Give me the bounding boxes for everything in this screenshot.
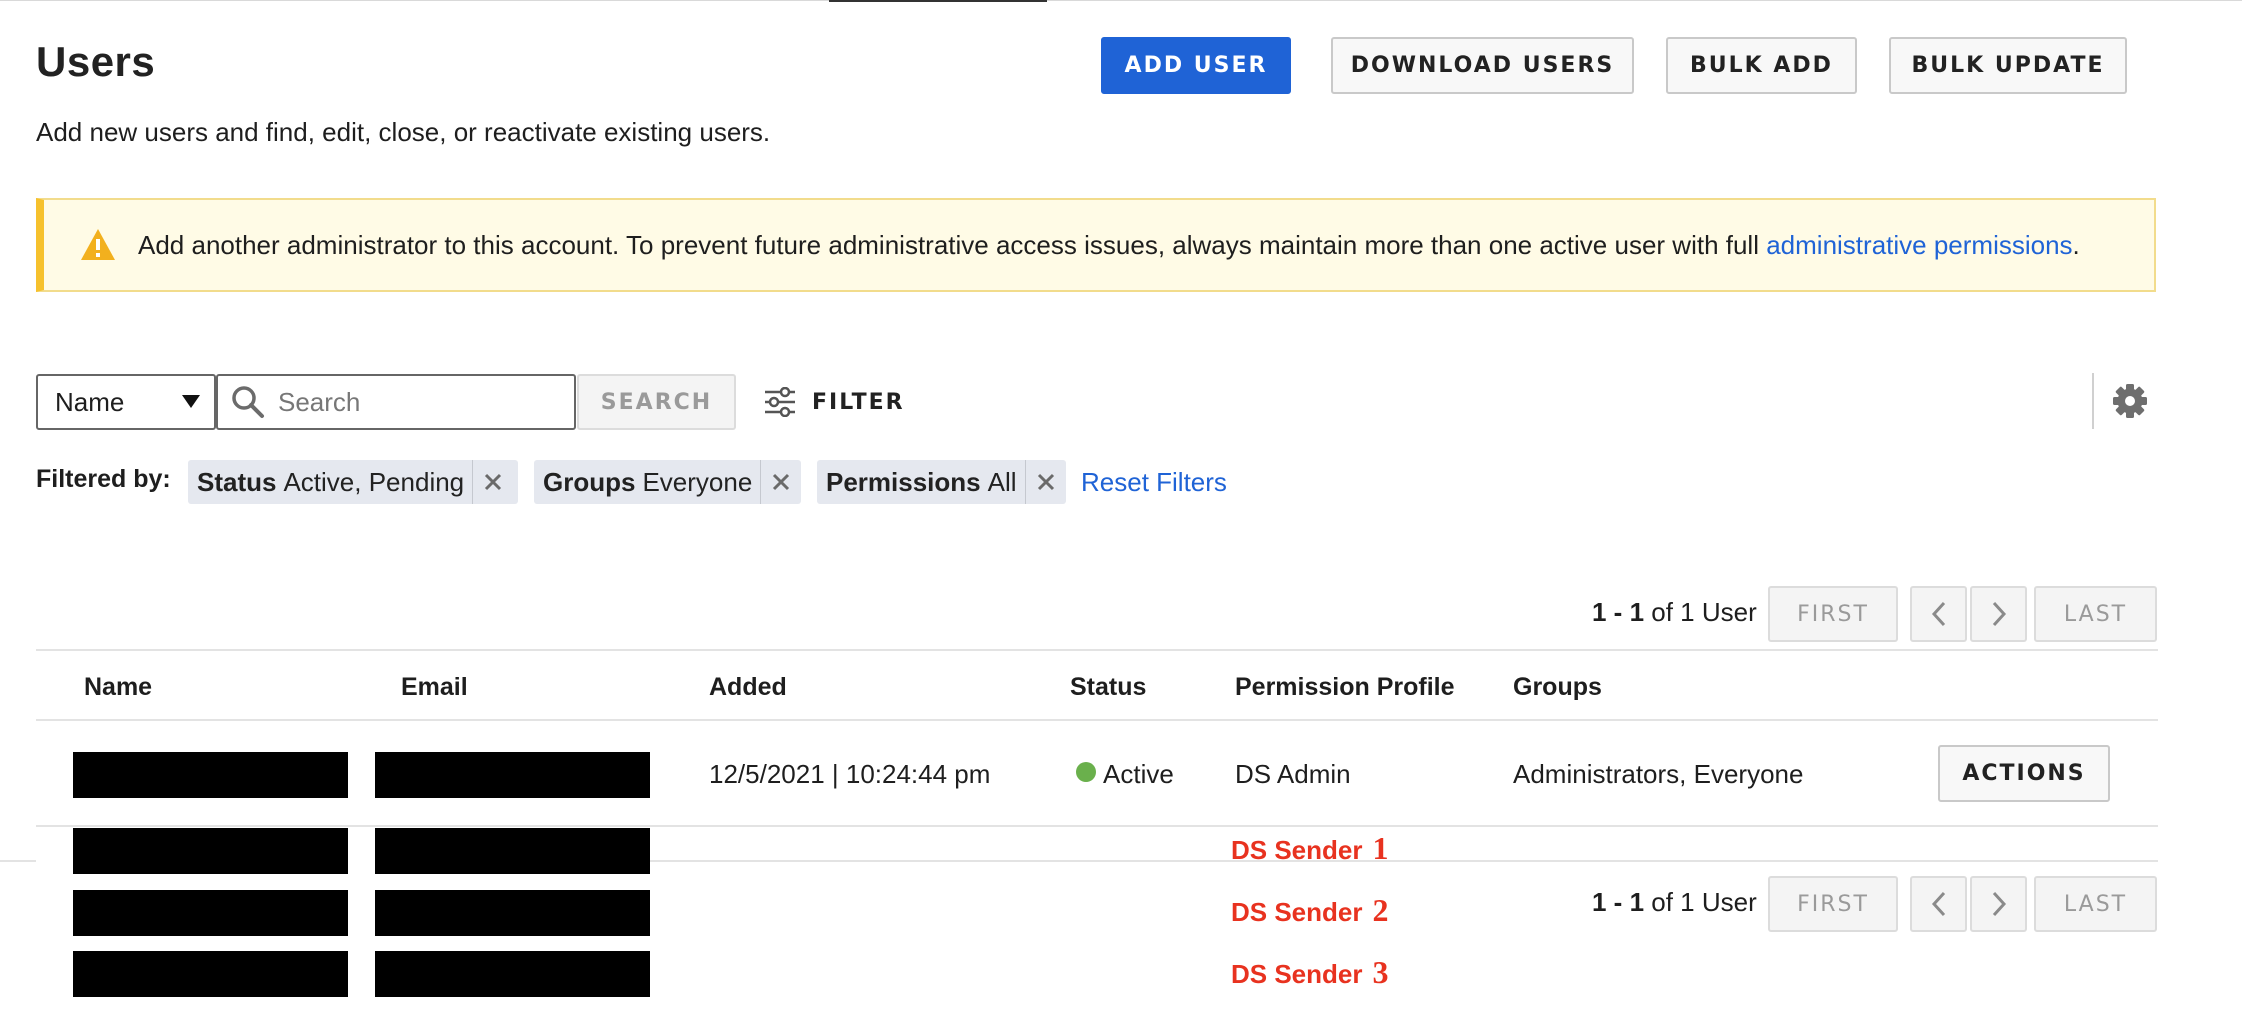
redacted-name [73, 951, 348, 997]
filter-label: FILTER [812, 389, 905, 415]
remove-filter-permissions-icon[interactable] [1024, 460, 1066, 504]
last-page-button-bottom[interactable]: LAST [2034, 876, 2157, 932]
toolbar-divider [2092, 373, 2094, 429]
added-date: 12/5/2021 | 10:24:44 pm [709, 759, 991, 789]
filter-sliders-icon [765, 387, 795, 417]
chevron-right-icon [1992, 891, 2006, 917]
search-box [216, 374, 576, 430]
page-subtitle: Add new users and find, edit, close, or … [36, 117, 771, 147]
filter-button[interactable]: FILTER [764, 382, 905, 422]
page-title: Users [36, 38, 156, 85]
chip-key: Groups [543, 466, 636, 497]
search-button[interactable]: SEARCH [577, 374, 736, 430]
filter-chip-status: Status Active, Pending [188, 460, 518, 504]
chip-value: All [987, 466, 1017, 497]
reset-filters-link[interactable]: Reset Filters [1081, 467, 1227, 498]
filtered-by-label: Filtered by: [36, 465, 171, 493]
first-page-button[interactable]: FIRST [1768, 586, 1898, 642]
status-text: Active [1103, 759, 1174, 789]
first-page-button-bottom[interactable]: FIRST [1768, 876, 1898, 932]
column-header-email[interactable]: Email [401, 673, 468, 702]
alert-text: Add another administrator to this accoun… [138, 229, 2080, 260]
bulk-add-button[interactable]: BULK ADD [1666, 37, 1857, 94]
chip-key: Permissions [826, 466, 981, 497]
search-icon [232, 386, 264, 418]
row-border-stub [0, 860, 36, 862]
column-header-permission-profile[interactable]: Permission Profile [1235, 673, 1455, 702]
pagination-summary-bottom: 1 - 1 of 1 User [1592, 887, 1757, 917]
administrative-permissions-link[interactable]: administrative permissions [1766, 230, 2072, 260]
groups: Administrators, Everyone [1513, 759, 1804, 789]
remove-filter-groups-icon[interactable] [760, 460, 801, 504]
chevron-left-icon [1931, 891, 1945, 917]
search-field-select[interactable]: Name [36, 374, 216, 430]
remove-filter-status-icon[interactable] [472, 460, 513, 504]
top-border [0, 0, 2242, 1]
column-header-added[interactable]: Added [709, 673, 787, 702]
redacted-name [73, 828, 348, 874]
download-users-button[interactable]: DOWNLOAD USERS [1331, 37, 1634, 94]
admin-warning-alert: Add another administrator to this accoun… [36, 198, 2156, 292]
redacted-email [375, 951, 650, 997]
column-header-groups[interactable]: Groups [1513, 673, 1602, 702]
add-user-button[interactable]: ADD USER [1101, 37, 1291, 94]
chevron-left-icon [1931, 601, 1945, 627]
active-tab-indicator [829, 0, 1047, 2]
table-header-border [36, 719, 2158, 721]
chevron-right-icon [1992, 601, 2006, 627]
search-field-value: Name [55, 386, 125, 417]
table-top-border [36, 649, 2158, 651]
prev-page-button-bottom[interactable] [1910, 876, 1967, 932]
annotation-ds-sender-2: DS Sender 2 [1231, 892, 1389, 928]
chip-key: Status [197, 466, 277, 497]
annotation-ds-sender-1: DS Sender 1 [1231, 830, 1389, 866]
caret-down-icon [182, 395, 200, 408]
gear-icon[interactable] [2111, 382, 2149, 420]
redacted-email [375, 890, 650, 936]
active-status-dot [1076, 762, 1096, 782]
prev-page-button[interactable] [1910, 586, 1967, 642]
annotation-ds-sender-3: DS Sender 3 [1231, 954, 1389, 990]
search-input[interactable] [276, 385, 550, 419]
last-page-button[interactable]: LAST [2034, 586, 2157, 642]
column-header-name[interactable]: Name [84, 673, 152, 702]
warning-icon [81, 229, 115, 260]
chip-value: Active, Pending [283, 466, 465, 497]
row-border [650, 860, 2158, 862]
filter-chip-groups: Groups Everyone [534, 460, 801, 504]
column-header-status[interactable]: Status [1070, 673, 1146, 702]
pagination-summary: 1 - 1 of 1 User [1592, 597, 1757, 627]
bulk-update-button[interactable]: BULK UPDATE [1889, 37, 2127, 94]
redacted-name [73, 752, 348, 798]
actions-button[interactable]: ACTIONS [1938, 745, 2110, 802]
chip-value: Everyone [642, 466, 753, 497]
row-border [36, 825, 2158, 827]
redacted-name [73, 890, 348, 936]
redacted-email [375, 828, 650, 874]
next-page-button[interactable] [1970, 586, 2027, 642]
filter-chip-permissions: Permissions All [817, 460, 1066, 504]
next-page-button-bottom[interactable] [1970, 876, 2027, 932]
permission-profile: DS Admin [1235, 759, 1351, 789]
redacted-email [375, 752, 650, 798]
